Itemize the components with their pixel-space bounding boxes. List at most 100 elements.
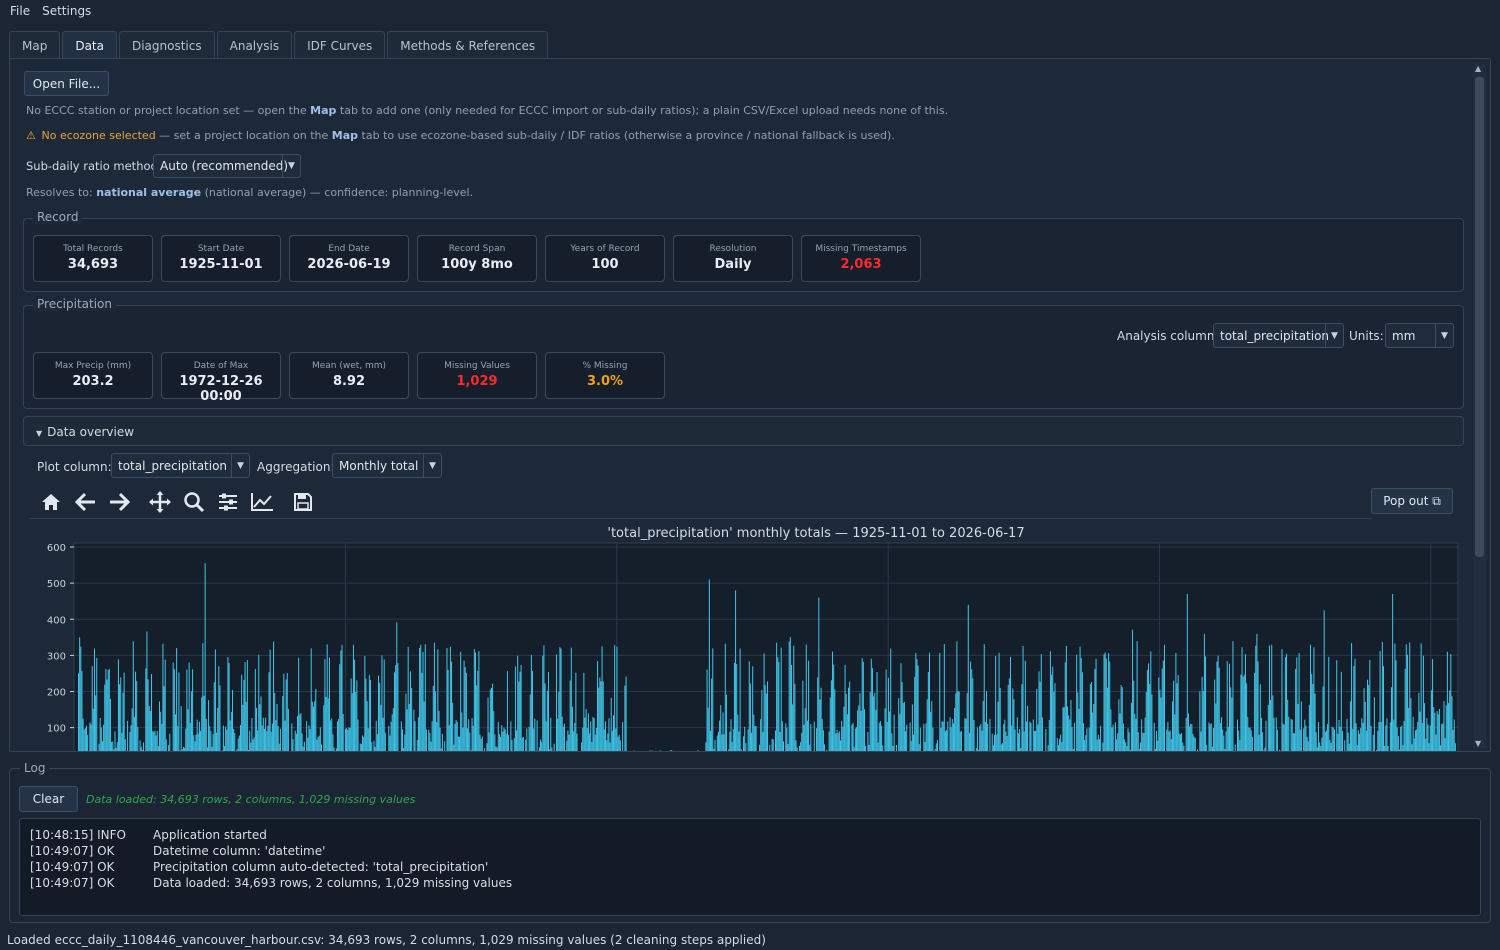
chart-bar — [1328, 656, 1330, 751]
log-output[interactable]: [10:48:15] INFO Application started [10:4… — [19, 818, 1481, 916]
chart-bar — [136, 681, 138, 751]
data-tab-panel: Open File... No ECCC station or project … — [9, 58, 1491, 752]
chart-bar — [1250, 730, 1252, 751]
chart-bar — [928, 652, 931, 751]
chart-bar — [813, 721, 815, 751]
back-arrow-icon[interactable] — [72, 489, 100, 515]
chart-bar — [1185, 717, 1187, 751]
chart-bar — [573, 731, 575, 751]
chart-bar — [1054, 683, 1056, 751]
chart-bar — [538, 747, 540, 751]
chart-bar — [1006, 736, 1008, 751]
edit-axis-icon[interactable] — [248, 489, 276, 515]
chart-bar — [544, 683, 546, 751]
chart-bar — [733, 662, 735, 751]
chart-bar — [765, 693, 767, 751]
tab-analysis[interactable]: Analysis — [216, 31, 293, 59]
chart-bar — [1282, 723, 1284, 751]
subplots-config-icon[interactable] — [214, 489, 242, 515]
chart-bar — [1443, 701, 1445, 751]
chart-bar — [800, 742, 802, 751]
chart-bar — [1387, 745, 1389, 751]
ecozone-note: ⚠ No ecozone selected — set a project lo… — [26, 129, 895, 142]
stat-card-value: 8.92 — [332, 374, 366, 389]
tab-idf-curves[interactable]: IDF Curves — [294, 31, 386, 59]
scroll-up-icon[interactable]: ▲ — [1475, 64, 1481, 73]
tab-data[interactable]: Data — [62, 31, 117, 59]
chart-bar — [91, 666, 93, 751]
chart-bar — [416, 739, 418, 751]
chart-bar — [906, 724, 908, 751]
chart-bar — [870, 658, 872, 751]
chart-bar — [87, 735, 89, 751]
chart-bar — [1155, 730, 1158, 751]
status-bar: Loaded eccc_daily_1108446_vancouver_harb… — [7, 933, 766, 947]
chart-bar — [942, 721, 944, 751]
forward-arrow-icon[interactable] — [105, 489, 133, 515]
chart-bar — [840, 740, 842, 751]
chart-bar — [843, 706, 845, 751]
chart-bar — [312, 706, 315, 751]
pop-out-button[interactable]: Pop out ⧉ — [1371, 488, 1453, 514]
chart-bar — [461, 712, 463, 751]
chart-bar — [1202, 690, 1204, 751]
chart-bar — [1412, 716, 1414, 751]
chart-bar — [838, 731, 840, 751]
clear-log-button[interactable]: Clear — [19, 786, 78, 812]
data-overview-toggle[interactable]: ▼ Data overview — [36, 425, 134, 439]
chart-bar — [739, 648, 741, 751]
tab-methods-references[interactable]: Methods & References — [387, 31, 549, 59]
analysis-column-select[interactable]: total_precipitation ▼ — [1213, 323, 1344, 348]
chart-bar — [282, 696, 284, 751]
chart-bar — [818, 597, 820, 751]
menu-settings[interactable]: Settings — [42, 4, 91, 18]
chart-bar — [1255, 645, 1257, 751]
chart-bar — [381, 655, 383, 751]
pan-icon[interactable] — [146, 489, 174, 515]
chart-bar — [179, 750, 181, 751]
units-select[interactable]: mm ▼ — [1385, 323, 1454, 348]
chart-bar — [551, 747, 553, 751]
chart-bar — [216, 732, 218, 751]
zoom-icon[interactable] — [180, 489, 208, 515]
tab-diagnostics[interactable]: Diagnostics — [118, 31, 215, 59]
scroll-down-icon[interactable]: ▼ — [1475, 739, 1481, 748]
plot-column-select[interactable]: total_precipitation ▼ — [111, 453, 250, 478]
chart-bar — [842, 726, 844, 751]
chart-bar — [1428, 743, 1430, 751]
chart-bar — [1208, 722, 1210, 751]
tab-map[interactable]: Map — [9, 31, 61, 59]
vertical-scrollbar[interactable]: ▲ ▼ — [1473, 63, 1486, 749]
chart-bar — [327, 698, 329, 751]
chart-bar — [1079, 646, 1081, 751]
open-file-button[interactable]: Open File... — [24, 71, 109, 96]
data-overview-header[interactable] — [23, 416, 1464, 446]
menu-file[interactable]: File — [10, 4, 30, 18]
stat-card: Years of Record 100 — [545, 235, 665, 282]
home-icon[interactable] — [37, 489, 65, 515]
chart-bar — [1377, 730, 1379, 751]
chart-bar — [197, 733, 199, 751]
chart-bar — [1316, 747, 1318, 751]
chart-bar — [286, 672, 288, 751]
chart-bar — [1022, 645, 1024, 751]
chart-bar — [1162, 660, 1164, 751]
chart-bar — [1341, 730, 1343, 751]
aggregation-select[interactable]: Monthly total ▼ — [332, 453, 442, 478]
scrollbar-thumb[interactable] — [1475, 77, 1484, 557]
save-icon[interactable] — [289, 489, 317, 515]
chart-bar — [1119, 713, 1121, 751]
chart-bar — [1173, 680, 1175, 751]
chart-bar — [1364, 701, 1366, 751]
ratio-method-select[interactable]: Auto (recommended) ▼ — [153, 154, 301, 178]
chart-bar — [889, 711, 891, 751]
chart-bar — [1336, 660, 1338, 751]
chart-bar — [137, 726, 139, 751]
chart-bar — [926, 699, 928, 751]
chart-bar — [819, 699, 821, 751]
chart-bar — [867, 732, 869, 751]
chart-bar — [459, 736, 461, 751]
chart-bar — [1394, 643, 1396, 751]
chart-bar — [609, 742, 611, 751]
chart-bar — [808, 660, 810, 751]
